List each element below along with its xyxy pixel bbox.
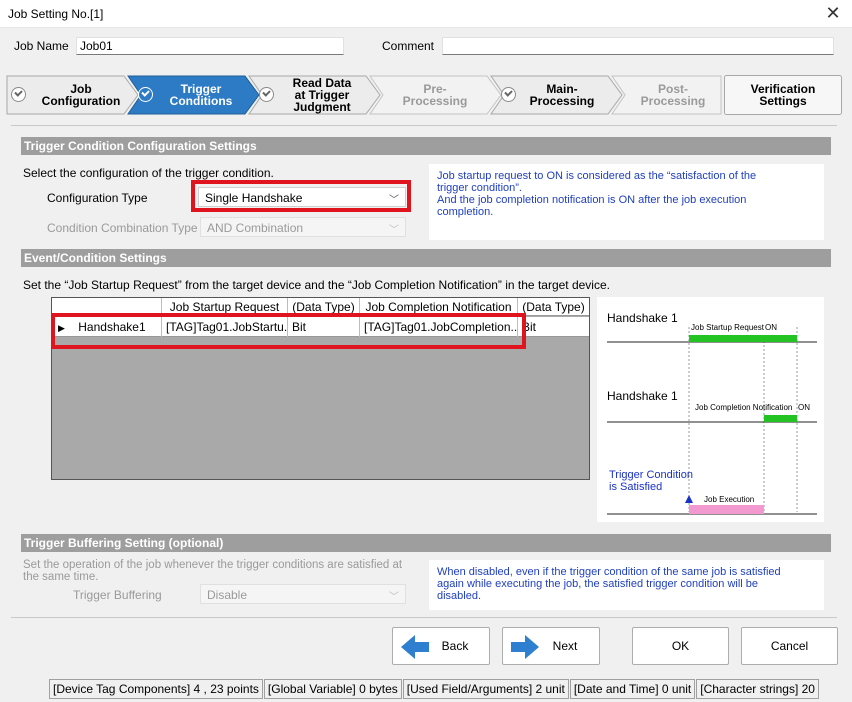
step-main-processing[interactable]: Main- Processing xyxy=(490,75,624,115)
table-header: Job Startup Request (Data Type) Job Comp… xyxy=(52,298,589,316)
info-text: And the job completion notification is O… xyxy=(437,194,747,206)
combination-value: AND Combination xyxy=(207,221,304,235)
timing-label: Job Execution xyxy=(704,495,755,504)
next-button[interactable]: Next xyxy=(502,627,600,665)
step-label: Processing xyxy=(529,94,595,108)
buffering-select: Disable ﹀ xyxy=(200,584,406,604)
chevron-down-icon: ﹀ xyxy=(389,195,399,206)
step-pre-processing[interactable]: Pre- Processing xyxy=(369,75,503,115)
trigger-config-prompt: Select the configuration of the trigger … xyxy=(23,166,274,180)
ok-button[interactable]: OK xyxy=(632,627,729,665)
row-pointer-icon: ▶ xyxy=(58,323,65,333)
buffering-prompt: Set the operation of the job whenever th… xyxy=(23,559,402,583)
step-read-data[interactable]: Read Data at Trigger Judgment xyxy=(248,75,382,115)
row-name: Handshake1 xyxy=(78,320,146,334)
divider xyxy=(11,617,837,618)
status-global-variable: [Global Variable] 0 bytes xyxy=(263,679,402,699)
info-text: When disabled, even if the trigger condi… xyxy=(437,566,781,578)
back-button[interactable]: Back xyxy=(392,627,490,665)
event-settings-prompt: Set the “Job Startup Request” from the t… xyxy=(23,278,610,292)
timing-label: Trigger Condition xyxy=(609,469,693,481)
step-label: Judgment xyxy=(293,100,351,114)
buffering-prompt-line: Set the operation of the job whenever th… xyxy=(23,559,403,571)
column-header: Job Startup Request xyxy=(162,298,288,316)
completion-type-cell: Bit xyxy=(518,317,589,337)
buffering-info: When disabled, even if the trigger condi… xyxy=(429,560,824,610)
wizard-steps: Job Configuration Trigger Conditions Read … xyxy=(6,75,846,115)
config-type-select[interactable]: Single Handshake ﹀ xyxy=(198,187,406,207)
timing-label: Handshake 1 xyxy=(607,311,678,325)
window-title: Job Setting No.[1] xyxy=(8,7,104,21)
check-circle-icon xyxy=(138,87,153,102)
timing-label: is Satisfied xyxy=(609,481,663,493)
cancel-button[interactable]: Cancel xyxy=(741,627,838,665)
arrow-left-icon xyxy=(401,635,429,659)
check-circle-icon xyxy=(259,87,274,102)
handshake-table: Job Startup Request (Data Type) Job Comp… xyxy=(51,297,590,480)
info-text: trigger condition”. xyxy=(437,182,522,194)
info-text: again while executing the job, the satis… xyxy=(437,578,759,590)
column-header: (Data Type) xyxy=(288,298,360,316)
section-trigger-buffering: Trigger Buffering Setting (optional) xyxy=(21,534,831,552)
timing-label: ON xyxy=(798,403,810,412)
timing-label: ON xyxy=(765,323,777,332)
column-header: Job Completion Notification xyxy=(360,298,518,316)
check-circle-icon xyxy=(11,87,26,102)
column-header xyxy=(52,298,162,316)
startup-type-cell: Bit xyxy=(288,317,360,337)
status-bar: [Device Tag Components] 4 , 23 points [G… xyxy=(49,679,820,699)
timing-label: Trigger Condition is Satisfied xyxy=(609,469,693,493)
status-character-strings: [Character strings] 20 xyxy=(696,679,819,699)
status-used-field: [Used Field/Arguments] 2 unit xyxy=(402,679,569,699)
step-label: Processing xyxy=(640,94,706,108)
timing-label: Handshake 1 xyxy=(607,389,678,403)
buffering-value: Disable xyxy=(207,588,248,602)
comment-label: Comment xyxy=(382,39,435,53)
arrow-right-icon xyxy=(511,635,539,659)
buffering-label: Trigger Buffering xyxy=(73,588,162,602)
check-circle-icon xyxy=(501,87,516,102)
table-row[interactable]: ▶ Handshake1 [TAG]Tag01.JobStartu... Bit… xyxy=(52,317,589,337)
trigger-config-info: Job startup request to ON is considered … xyxy=(429,164,824,240)
comment-input[interactable] xyxy=(442,37,834,55)
combination-select: AND Combination ﹀ xyxy=(200,217,406,237)
combination-label: Condition Combination Type xyxy=(47,221,198,235)
section-event-settings: Event/Condition Settings xyxy=(21,249,831,267)
info-text: disabled. xyxy=(437,590,482,602)
step-job-configuration[interactable]: Job Configuration xyxy=(6,75,140,115)
status-date-time: [Date and Time] 0 unit xyxy=(569,679,696,699)
chevron-down-icon: ﹀ xyxy=(389,225,399,236)
step-label: Configuration xyxy=(41,94,121,108)
completion-notification-cell[interactable]: [TAG]Tag01.JobCompletion... xyxy=(360,317,518,337)
timing-label: Job Completion Notification xyxy=(695,403,793,412)
startup-request-cell[interactable]: [TAG]Tag01.JobStartu... xyxy=(162,317,288,337)
job-name-label: Job Name xyxy=(14,39,69,53)
step-verification-settings[interactable]: Verification Settings xyxy=(724,75,842,115)
step-label: Settings xyxy=(759,94,807,108)
column-header: (Data Type) xyxy=(518,298,589,316)
chevron-down-icon: ﹀ xyxy=(389,592,399,603)
info-text: completion. xyxy=(437,206,494,218)
status-device-tag: [Device Tag Components] 4 , 23 points xyxy=(49,679,263,699)
step-label: Conditions xyxy=(169,94,233,108)
timing-diagram: Handshake 1 Job Startup Request ON Hands… xyxy=(597,297,824,522)
step-label: Processing xyxy=(402,94,468,108)
info-text: Job startup request to ON is considered … xyxy=(437,170,757,182)
config-type-value: Single Handshake xyxy=(205,191,303,205)
config-type-label: Configuration Type xyxy=(47,191,148,205)
section-trigger-config: Trigger Condition Configuration Settings xyxy=(21,137,831,155)
close-icon[interactable]: ✕ xyxy=(822,3,844,23)
buffering-prompt-line: the same time. xyxy=(23,571,99,583)
divider xyxy=(11,125,837,126)
job-name-input[interactable]: Job01 xyxy=(76,37,344,55)
timing-label: Job Startup Request xyxy=(691,323,764,332)
title-bar: Job Setting No.[1] ✕ xyxy=(0,0,852,28)
step-trigger-conditions[interactable]: Trigger Conditions xyxy=(127,75,261,115)
row-name-cell: ▶ Handshake1 xyxy=(52,317,162,337)
step-post-processing[interactable]: Post- Processing xyxy=(611,75,723,115)
